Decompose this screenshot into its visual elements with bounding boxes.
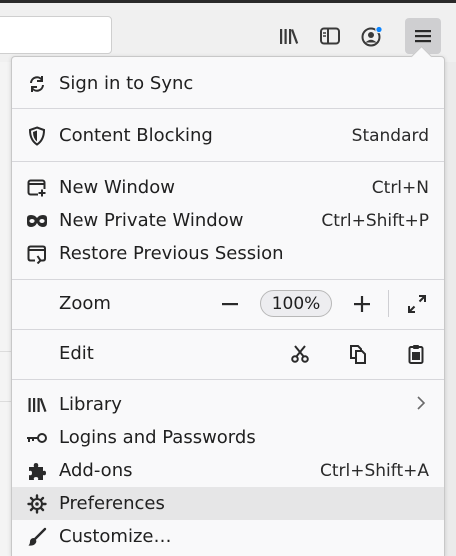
content-blocking-label: Content Blocking	[59, 125, 213, 146]
zoom-in-button[interactable]	[348, 287, 376, 320]
library-label: Library	[59, 394, 122, 415]
edit-label: Edit	[59, 343, 94, 364]
sync-menu-item[interactable]: Sign in to Sync	[12, 67, 444, 100]
customize-menu-item[interactable]: Customize…	[12, 520, 444, 553]
sync-icon	[26, 73, 48, 95]
shield-icon	[26, 125, 48, 147]
preferences-label: Preferences	[59, 493, 165, 514]
key-icon	[26, 427, 48, 449]
cut-button[interactable]	[286, 337, 314, 370]
url-bar[interactable]	[0, 16, 112, 54]
paintbrush-icon	[26, 526, 48, 548]
zoom-out-button[interactable]	[216, 287, 244, 320]
fullscreen-button[interactable]	[402, 287, 432, 320]
sync-label: Sign in to Sync	[59, 73, 194, 94]
new-private-window-menu-item[interactable]: New Private Window Ctrl+Shift+P	[12, 204, 444, 237]
logins-menu-item[interactable]: Logins and Passwords	[12, 421, 444, 454]
preferences-menu-item[interactable]: Preferences	[12, 487, 444, 520]
edit-row: Edit	[12, 337, 444, 370]
zoom-label: Zoom	[59, 293, 111, 314]
new-window-menu-item[interactable]: New Window Ctrl+N	[12, 171, 444, 204]
separator	[12, 379, 444, 380]
restore-icon	[26, 243, 48, 265]
copy-button[interactable]	[344, 337, 372, 370]
account-icon[interactable]	[357, 21, 387, 51]
separator	[12, 108, 444, 109]
addons-shortcut: Ctrl+Shift+A	[319, 461, 429, 481]
paste-button[interactable]	[402, 337, 430, 370]
addons-menu-item[interactable]: Add-ons Ctrl+Shift+A	[12, 454, 444, 487]
library-icon	[26, 394, 48, 416]
separator	[12, 279, 444, 280]
content-blocking-menu-item[interactable]: Content Blocking Standard	[12, 119, 444, 152]
new-window-label: New Window	[59, 177, 175, 198]
mask-icon	[26, 210, 48, 232]
app-menu-panel: Sign in to Sync Content Blocking Standar…	[11, 56, 445, 556]
puzzle-icon	[26, 460, 48, 482]
content-blocking-status: Standard	[351, 126, 429, 146]
logins-label: Logins and Passwords	[59, 427, 256, 448]
separator	[12, 329, 444, 330]
new-private-window-label: New Private Window	[59, 210, 244, 231]
clipboard-icon	[408, 344, 424, 364]
restore-session-menu-item[interactable]: Restore Previous Session	[12, 237, 444, 270]
separator	[12, 161, 444, 162]
new-private-window-shortcut: Ctrl+Shift+P	[321, 211, 429, 231]
sidebar-icon[interactable]	[315, 21, 345, 51]
new-window-icon	[26, 177, 48, 199]
customize-label: Customize…	[59, 526, 172, 547]
gear-icon	[26, 493, 48, 515]
new-window-shortcut: Ctrl+N	[371, 178, 429, 198]
zoom-reset-button[interactable]: 100%	[260, 290, 332, 317]
restore-session-label: Restore Previous Session	[59, 243, 284, 264]
vertical-divider	[388, 290, 389, 317]
scissors-icon	[291, 344, 309, 363]
addons-label: Add-ons	[59, 460, 133, 481]
library-menu-item[interactable]: Library	[12, 388, 444, 421]
copy-icon	[350, 344, 366, 364]
zoom-row: Zoom 100%	[12, 287, 444, 320]
chevron-right-icon	[416, 394, 426, 416]
library-icon[interactable]	[274, 21, 304, 51]
fullscreen-icon	[408, 294, 426, 313]
browser-toolbar	[0, 0, 456, 62]
